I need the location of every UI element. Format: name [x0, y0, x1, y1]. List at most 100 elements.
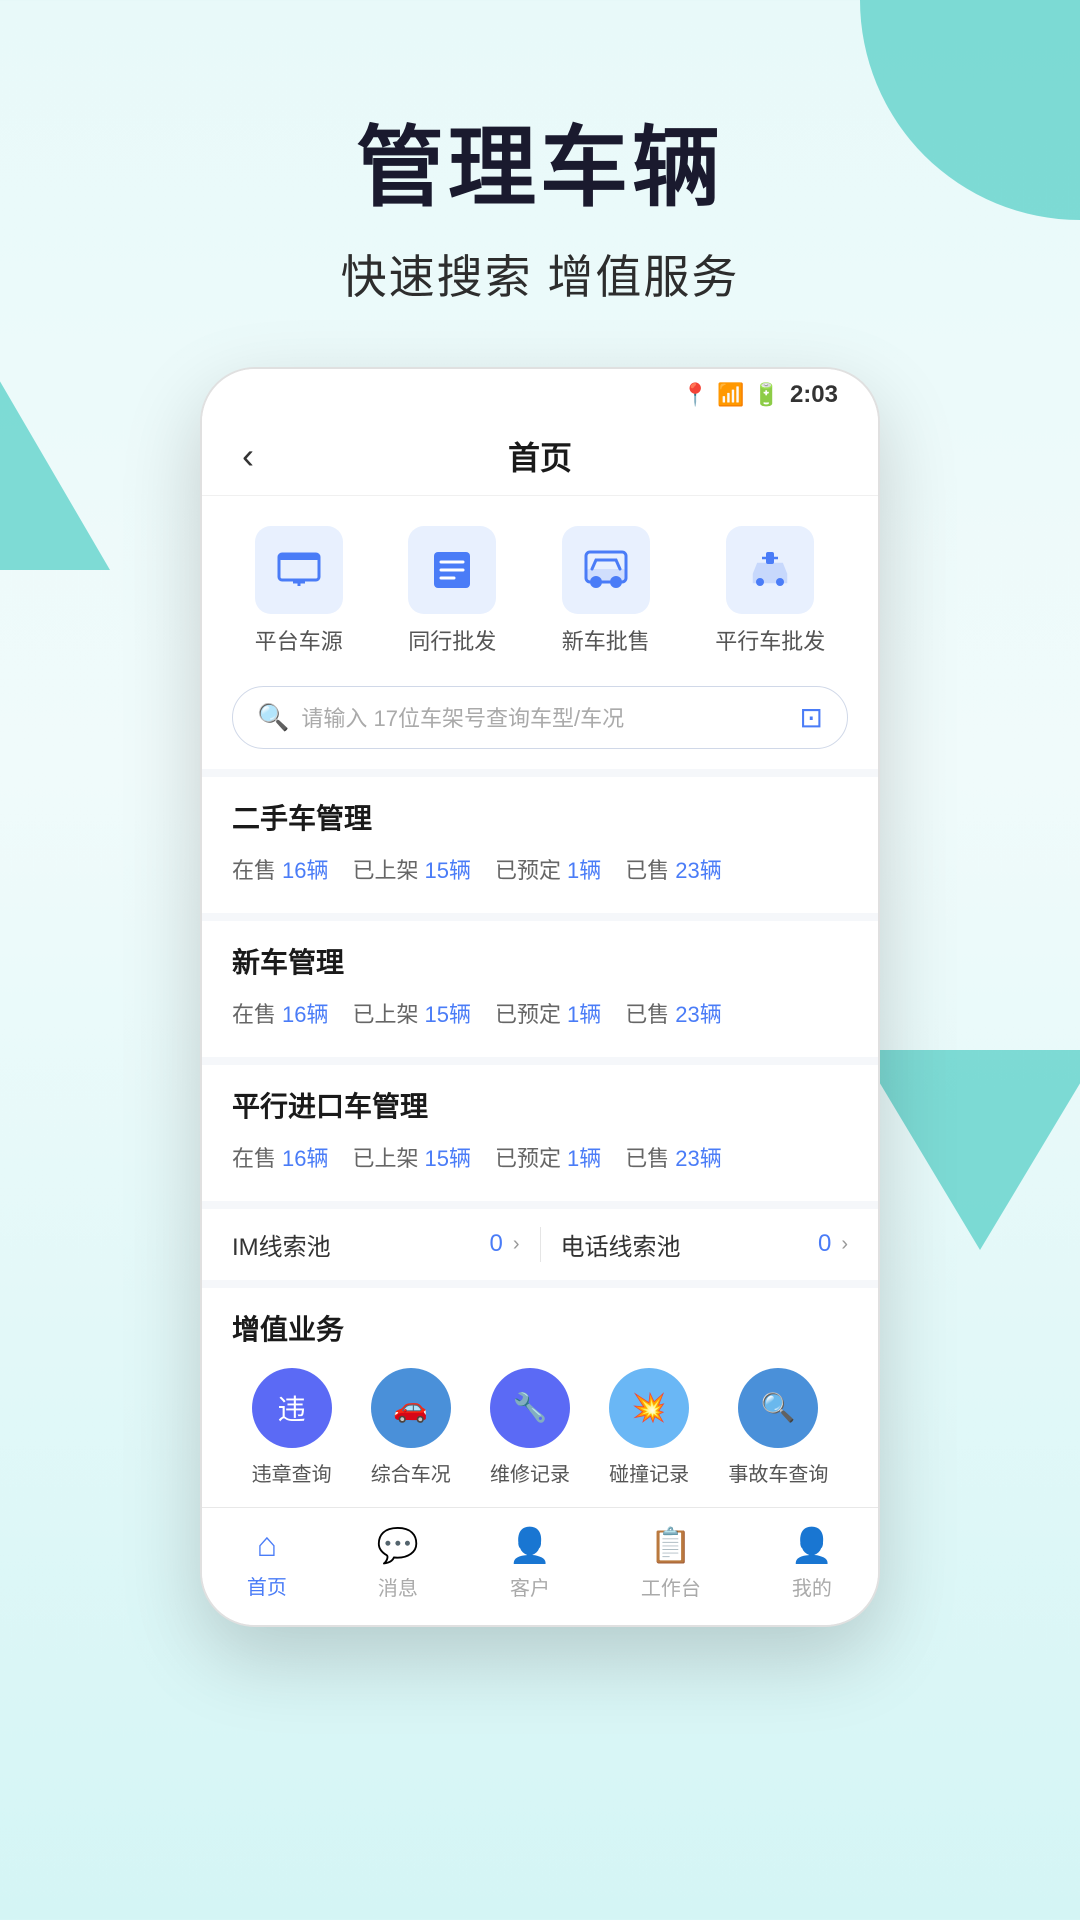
- stat-label-2-0: 在售: [232, 1141, 276, 1173]
- hero-section: 管理车辆 快速搜索 增值服务: [0, 0, 1080, 307]
- im-lead-count: 0: [489, 1230, 502, 1258]
- parallel-label: 平行车批发: [715, 624, 825, 656]
- bottom-nav-item-0[interactable]: ⌂ 首页: [247, 1526, 287, 1601]
- stat-item-0-3[interactable]: 已售23辆: [625, 853, 722, 885]
- stat-label-1-3: 已售: [625, 997, 669, 1029]
- stats-section-0: 二手车管理在售16辆已上架15辆已预定1辆已售23辆: [202, 769, 878, 913]
- screen-icon: [273, 544, 325, 596]
- stats-row-2: 在售16辆已上架15辆已预定1辆已售23辆: [232, 1141, 848, 1181]
- value-icons: 违违章查询 🚗 综合车况 🔧维修记录 💥 碰撞记录 🔍 事故车查询: [232, 1368, 848, 1487]
- stat-item-1-1[interactable]: 已上架15辆: [353, 997, 472, 1029]
- stat-value-1-0: 16辆: [282, 997, 328, 1029]
- value-icon-4: 🔍: [738, 1368, 818, 1448]
- value-label-3: 碰撞记录: [609, 1458, 689, 1487]
- stat-label-2-3: 已售: [625, 1141, 669, 1173]
- status-time: 2:03: [790, 381, 838, 409]
- bottom-nav: ⌂ 首页 💬消息 👤客户 📋 工作台 👤我的: [202, 1507, 878, 1625]
- stat-item-2-0[interactable]: 在售16辆: [232, 1141, 329, 1173]
- value-label-4: 事故车查询: [728, 1458, 828, 1487]
- stat-item-1-0[interactable]: 在售16辆: [232, 997, 329, 1029]
- value-added-title: 增值业务: [232, 1308, 848, 1348]
- scan-icon[interactable]: ⊡: [800, 701, 823, 734]
- stat-value-1-1: 15辆: [425, 997, 471, 1029]
- stat-item-1-3[interactable]: 已售23辆: [625, 997, 722, 1029]
- value-item-0[interactable]: 违违章查询: [252, 1368, 332, 1487]
- stat-value-2-1: 15辆: [425, 1141, 471, 1173]
- stat-item-0-2[interactable]: 已预定1辆: [495, 853, 601, 885]
- hero-title: 管理车辆: [0, 120, 1080, 217]
- stat-label-0-2: 已预定: [495, 853, 561, 885]
- hero-subtitle: 快速搜索 增值服务: [0, 241, 1080, 307]
- im-lead-pool[interactable]: IM线索池 0 ›: [232, 1227, 541, 1262]
- search-icon: 🔍: [257, 702, 289, 733]
- stat-item-0-1[interactable]: 已上架15辆: [353, 853, 472, 885]
- quick-item-platform[interactable]: 平台车源: [255, 526, 343, 656]
- bottom-nav-label-3: 工作台: [641, 1572, 701, 1601]
- stat-label-1-2: 已预定: [495, 997, 561, 1029]
- search-bar[interactable]: 🔍 请输入 17位车架号查询车型/车况 ⊡: [232, 686, 848, 749]
- quick-item-parallel[interactable]: 平行车批发: [715, 526, 825, 656]
- value-added-section: 增值业务 违违章查询 🚗 综合车况 🔧维修记录 💥 碰撞记录 🔍 事故车查询: [202, 1280, 878, 1507]
- value-item-4[interactable]: 🔍 事故车查询: [728, 1368, 828, 1487]
- bottom-nav-label-0: 首页: [247, 1571, 287, 1600]
- stat-label-1-1: 已上架: [353, 997, 419, 1029]
- parallel-icon-box: [726, 526, 814, 614]
- value-label-2: 维修记录: [490, 1458, 570, 1487]
- lead-pool: IM线索池 0 › 电话线索池 0 ›: [202, 1201, 878, 1280]
- bottom-nav-icon-0: ⌂: [257, 1526, 278, 1565]
- nav-bar: ‹ 首页: [202, 417, 878, 496]
- stat-label-0-3: 已售: [625, 853, 669, 885]
- bottom-nav-item-3[interactable]: 📋 工作台: [641, 1526, 701, 1601]
- car-front-icon: [580, 544, 632, 596]
- stat-value-1-2: 1辆: [567, 997, 601, 1029]
- stat-value-2-3: 23辆: [675, 1141, 721, 1173]
- peer-icon-box: [408, 526, 496, 614]
- value-icon-3: 💥: [609, 1368, 689, 1448]
- quick-item-peer[interactable]: 同行批发: [408, 526, 496, 656]
- value-item-3[interactable]: 💥 碰撞记录: [609, 1368, 689, 1487]
- value-label-0: 违章查询: [252, 1458, 332, 1487]
- platform-icon-box: [255, 526, 343, 614]
- stat-item-0-0[interactable]: 在售16辆: [232, 853, 329, 885]
- stat-item-1-2[interactable]: 已预定1辆: [495, 997, 601, 1029]
- value-icon-1: 🚗: [371, 1368, 451, 1448]
- platform-label: 平台车源: [255, 624, 343, 656]
- stat-value-0-0: 16辆: [282, 853, 328, 885]
- status-icons: 📍 📶 🔋: [682, 382, 780, 408]
- status-bar: 📍 📶 🔋 2:03: [202, 369, 878, 417]
- page-title: 首页: [508, 433, 572, 479]
- bottom-nav-item-2[interactable]: 👤客户: [509, 1526, 551, 1601]
- phone-wrapper: 📍 📶 🔋 2:03 ‹ 首页: [180, 367, 900, 1627]
- stat-value-1-3: 23辆: [675, 997, 721, 1029]
- value-item-2[interactable]: 🔧维修记录: [490, 1368, 570, 1487]
- value-label-1: 综合车况: [371, 1458, 451, 1487]
- quick-menu: 平台车源 同行批发: [202, 496, 878, 676]
- phone-lead-arrow: ›: [841, 1233, 848, 1256]
- stat-item-2-3[interactable]: 已售23辆: [625, 1141, 722, 1173]
- stat-value-0-3: 23辆: [675, 853, 721, 885]
- value-item-1[interactable]: 🚗 综合车况: [371, 1368, 451, 1487]
- bottom-nav-icon-3: 📋: [650, 1526, 692, 1566]
- back-button[interactable]: ‹: [242, 435, 254, 477]
- search-placeholder-text: 请输入 17位车架号查询车型/车况: [301, 701, 787, 733]
- stat-label-2-1: 已上架: [353, 1141, 419, 1173]
- bottom-nav-item-4[interactable]: 👤我的: [791, 1526, 833, 1601]
- stat-label-0-0: 在售: [232, 853, 276, 885]
- phone-lead-pool[interactable]: 电话线索池 0 ›: [541, 1227, 849, 1262]
- bottom-nav-icon-2: 👤: [509, 1526, 551, 1566]
- newcar-label: 新车批售: [562, 624, 650, 656]
- bottom-nav-item-1[interactable]: 💬消息: [377, 1526, 419, 1601]
- stat-item-2-1[interactable]: 已上架15辆: [353, 1141, 472, 1173]
- stat-item-2-2[interactable]: 已预定1辆: [495, 1141, 601, 1173]
- peer-label: 同行批发: [408, 624, 496, 656]
- search-bar-wrap: 🔍 请输入 17位车架号查询车型/车况 ⊡: [202, 676, 878, 769]
- quick-item-newcar[interactable]: 新车批售: [562, 526, 650, 656]
- stat-value-2-2: 1辆: [567, 1141, 601, 1173]
- stats-container: 二手车管理在售16辆已上架15辆已预定1辆已售23辆新车管理在售16辆已上架15…: [202, 769, 878, 1201]
- deco-left-triangle: [0, 330, 110, 570]
- signal-icon: 📶: [717, 382, 744, 408]
- im-lead-arrow: ›: [513, 1233, 520, 1256]
- im-lead-name: IM线索池: [232, 1227, 331, 1262]
- phone-lead-count: 0: [818, 1230, 831, 1258]
- phone-lead-name: 电话线索池: [561, 1227, 681, 1262]
